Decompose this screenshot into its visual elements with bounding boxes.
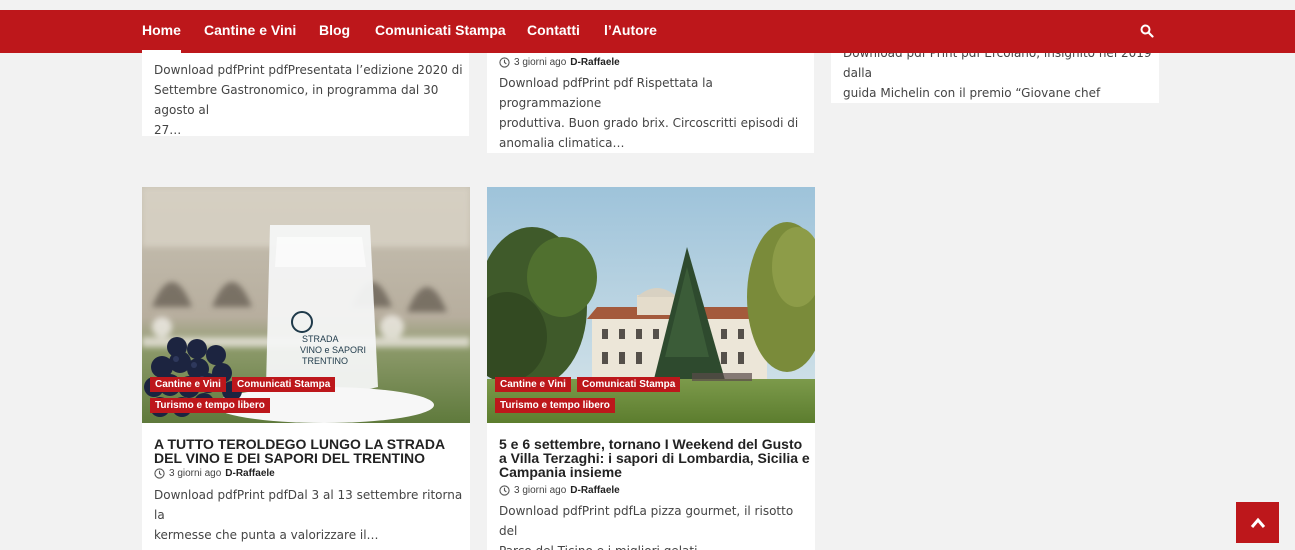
post-excerpt-line: Download pdfPrint pdfPresentata l’edizio… xyxy=(154,63,463,77)
scroll-to-top-button[interactable] xyxy=(1236,502,1279,543)
category-tag[interactable]: Cantine e Vini xyxy=(150,377,226,392)
post-excerpt-line: Download pdfPrint pdf Rispettata la prog… xyxy=(499,76,713,110)
post-card-villa-terzaghi: Cantine e Vini Comunicati Stampa Turismo… xyxy=(487,187,815,550)
clock-icon xyxy=(154,468,165,479)
nav-comunicati-stampa[interactable]: Comunicati Stampa xyxy=(375,10,506,53)
post-date: 3 giorni ago xyxy=(514,57,567,68)
post-date: 3 giorni ago xyxy=(514,485,567,496)
post-author[interactable]: D-Raffaele xyxy=(225,468,274,479)
post-title[interactable]: 5 e 6 settembre, tornano I Weekend del G… xyxy=(499,437,815,479)
category-tag[interactable]: Cantine e Vini xyxy=(495,377,571,392)
post-meta: 3 giorni ago D-Raffaele xyxy=(154,468,275,479)
post-title-line: a Villa Terzaghi: i sapori di Lombardia,… xyxy=(499,450,810,466)
post-card-top-3: Download pdf Print pdf Ercolano, insigni… xyxy=(831,53,1159,103)
post-excerpt-line: Download pdfPrint pdfLa pizza gourmet, i… xyxy=(499,504,794,538)
post-title-line: A TUTTO TEROLDEGO LUNGO LA STRADA xyxy=(154,436,446,452)
post-excerpt-line: Settembre Gastronomico, in programma dal… xyxy=(154,83,439,117)
post-card-top-2: 3 giorni ago D-Raffaele Download pdfPrin… xyxy=(487,53,814,153)
post-title-line: 5 e 6 settembre, tornano I Weekend del G… xyxy=(499,436,803,452)
post-card-teroldego: STRADA VINO e SAPORI TRENTINO Cantine e … xyxy=(142,187,470,550)
nav-cantine-e-vini[interactable]: Cantine e Vini xyxy=(204,10,296,53)
search-button[interactable] xyxy=(1140,20,1160,42)
cup-text-line: STRADA xyxy=(302,334,339,344)
post-excerpt-line: guida Michelin con il premio “Giovane ch… xyxy=(843,86,1101,100)
clock-icon xyxy=(499,485,510,496)
post-author[interactable]: D-Raffaele xyxy=(570,57,619,68)
post-title-line: Campania insieme xyxy=(499,464,622,480)
nav-contatti[interactable]: Contatti xyxy=(527,10,580,53)
post-card-top-1: Download pdfPrint pdfPresentata l’edizio… xyxy=(142,53,469,136)
main-navbar: Home Cantine e Vini Blog Comunicati Stam… xyxy=(0,10,1295,53)
post-excerpt-line: Parco del Ticino e i migliori gelati… xyxy=(499,541,809,550)
clock-icon xyxy=(499,57,510,68)
post-excerpt-line: 27… xyxy=(154,123,182,136)
chevron-up-icon xyxy=(1250,517,1265,528)
cup-text-line: VINO e SAPORI xyxy=(300,345,366,355)
post-title[interactable]: A TUTTO TEROLDEGO LUNGO LA STRADA DEL VI… xyxy=(154,437,464,465)
post-author[interactable]: D-Raffaele xyxy=(570,485,619,496)
nav-home[interactable]: Home xyxy=(142,10,181,53)
post-meta: 3 giorni ago D-Raffaele xyxy=(499,57,620,68)
post-excerpt-line: Download pdf Print pdf Ercolano, insigni… xyxy=(843,53,1152,80)
post-date: 3 giorni ago xyxy=(169,468,222,479)
post-excerpt-line: kermesse che punta a valorizzare il… xyxy=(154,528,379,542)
nav-blog[interactable]: Blog xyxy=(319,10,350,53)
post-excerpt-line: anomalia climatica… xyxy=(499,136,625,150)
post-excerpt-line: Download pdfPrint pdfDal 3 al 13 settemb… xyxy=(154,488,463,522)
cup-text-line: TRENTINO xyxy=(302,356,348,366)
nav-autore[interactable]: l’Autore xyxy=(604,10,657,53)
category-tag[interactable]: Comunicati Stampa xyxy=(577,377,681,392)
category-tag[interactable]: Turismo e tempo libero xyxy=(150,398,270,413)
category-tag[interactable]: Turismo e tempo libero xyxy=(495,398,615,413)
post-meta: 3 giorni ago D-Raffaele xyxy=(499,485,620,496)
category-tag[interactable]: Comunicati Stampa xyxy=(232,377,336,392)
post-excerpt-line: produttiva. Buon grado brix. Circoscritt… xyxy=(499,116,799,130)
search-icon xyxy=(1140,24,1154,38)
post-title-line: DEL VINO E DEI SAPORI DEL TRENTINO xyxy=(154,450,425,466)
